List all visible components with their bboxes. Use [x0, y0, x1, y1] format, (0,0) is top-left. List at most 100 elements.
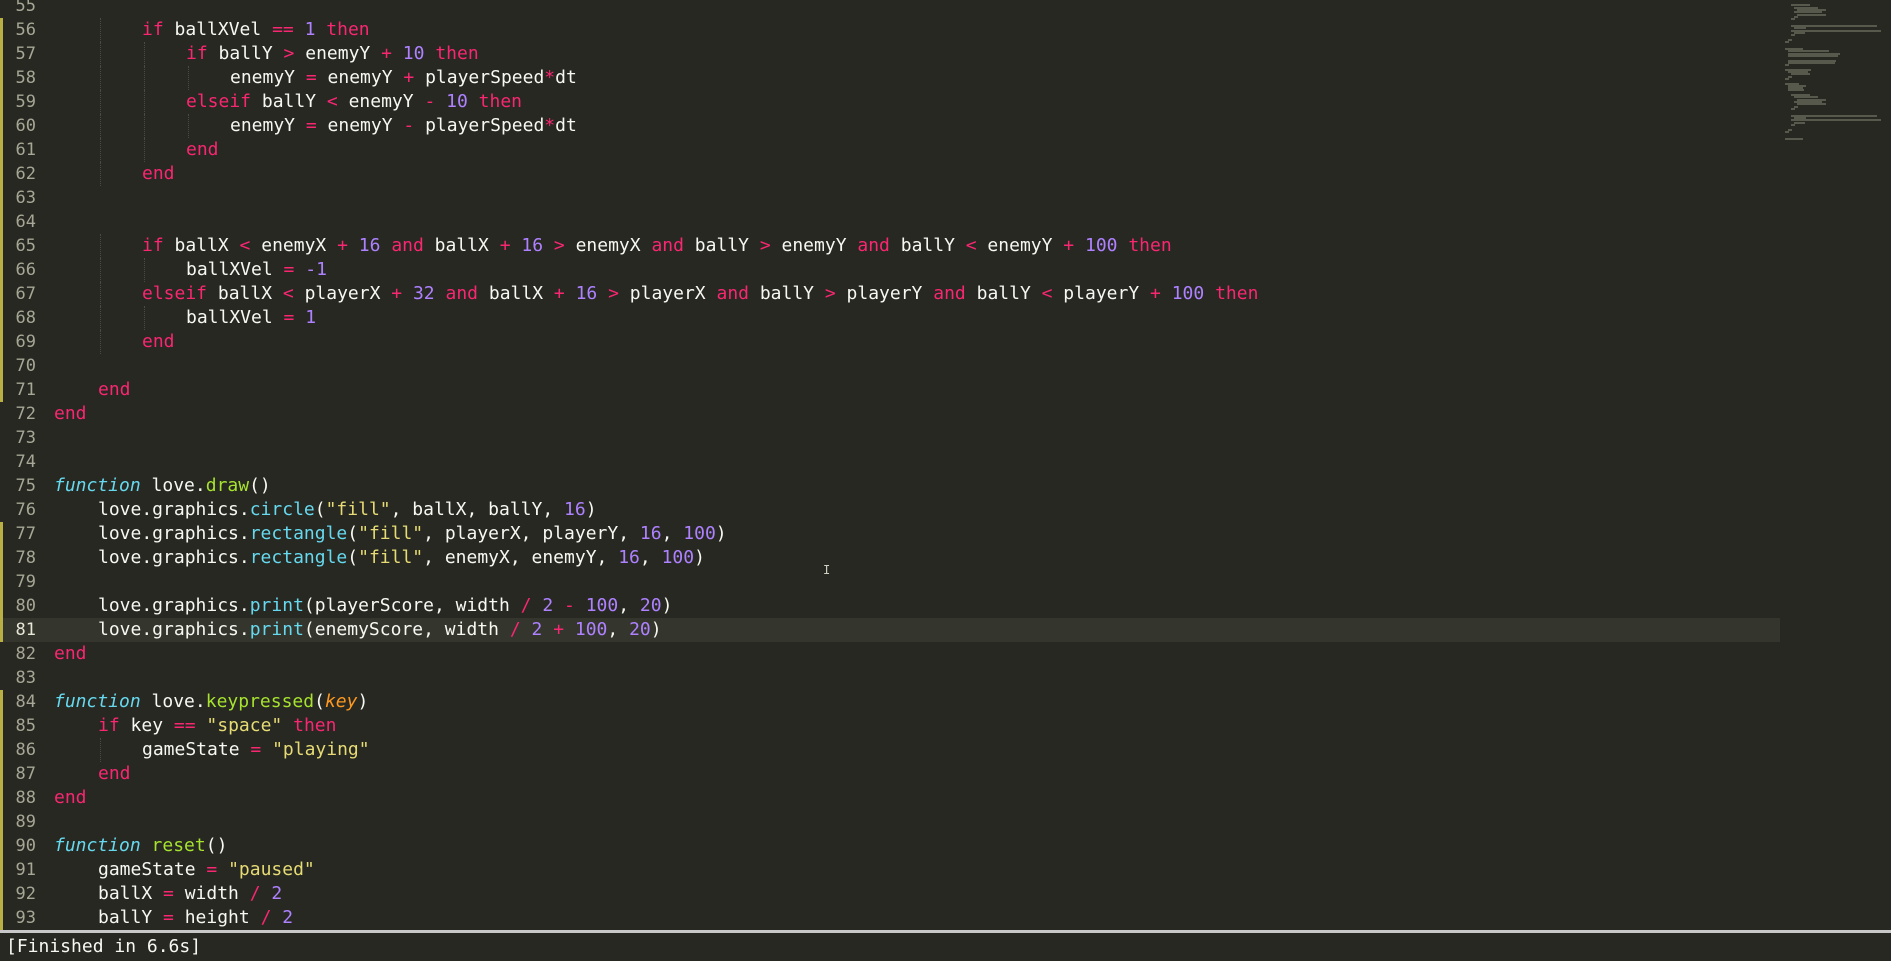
code-token: () [249, 475, 271, 496]
code-line[interactable]: 84 function love.keypressed(key) [0, 690, 1780, 714]
code-line[interactable]: 79 [0, 570, 1780, 594]
code-line[interactable]: 87 end [0, 762, 1780, 786]
code-line[interactable]: 85 if key == "space" then [0, 714, 1780, 738]
code-token: then [1215, 283, 1259, 304]
code-token: ballX [423, 235, 500, 256]
code-token: ballY [207, 43, 284, 64]
build-output-panel[interactable]: [Finished in 6.6s] [0, 933, 1891, 961]
code-token: key [324, 691, 358, 712]
code-token: end [186, 139, 219, 160]
code-token: if [142, 19, 164, 40]
code-line[interactable]: 76 love.graphics.circle("fill", ballX, ba… [0, 498, 1780, 522]
code-line[interactable]: 70 [0, 354, 1780, 378]
code-line[interactable]: 90 function reset() [0, 834, 1780, 858]
code-line[interactable]: 68 ballXVel = 1 [0, 306, 1780, 330]
code-line[interactable]: 55 [0, 0, 1780, 18]
code-line[interactable]: 88 end [0, 786, 1780, 810]
minimap-line [1791, 34, 1795, 37]
code-line[interactable]: 62 end [0, 162, 1780, 186]
code-token: enemyY [316, 67, 404, 88]
code-line[interactable]: 60 enemyY = enemyY - playerSpeed*dt [0, 114, 1780, 138]
indent-guide [100, 66, 102, 90]
code-line[interactable]: 92 ballX = width / 2 [0, 882, 1780, 906]
code-line[interactable]: 67 elseif ballX < playerX + 32 and ballX … [0, 282, 1780, 306]
code-line[interactable]: 82 end [0, 642, 1780, 666]
code-token: , [618, 595, 640, 616]
code-line[interactable]: 73 [0, 426, 1780, 450]
code-token: enemyX [564, 235, 652, 256]
code-token: < [965, 235, 977, 256]
code-line[interactable]: 81 love.graphics.print(enemyScore, width … [0, 618, 1780, 642]
code-line[interactable]: 64 [0, 210, 1780, 234]
code-token: 100 [1084, 235, 1118, 256]
code-line[interactable]: 78 love.graphics.rectangle("fill", enemyX… [0, 546, 1780, 570]
code-line[interactable]: 66 ballXVel = -1 [0, 258, 1780, 282]
code-line[interactable]: 63 [0, 186, 1780, 210]
code-line[interactable]: 65 if ballX < enemyX + 16 and ballX + 16 … [0, 234, 1780, 258]
code-token: ( [314, 499, 326, 520]
code-token: function [54, 835, 141, 856]
code-token: love. [140, 691, 206, 712]
code-line[interactable]: 80 love.graphics.print(playerScore, width… [0, 594, 1780, 618]
code-token: "fill" [358, 523, 424, 544]
code-line[interactable]: 93 ballY = height / 2 [0, 906, 1780, 930]
code-line[interactable]: 91 gameState = "paused" [0, 858, 1780, 882]
indent-guide [144, 138, 146, 162]
code-text: end [142, 162, 175, 186]
code-line[interactable]: 58 enemyY = enemyY + playerSpeed*dt [0, 66, 1780, 90]
code-token: end [98, 763, 131, 784]
line-number: 76 [15, 500, 36, 520]
code-text: ballY = height / 2 [98, 906, 293, 930]
code-line[interactable]: 56 if ballXVel == 1 then [0, 18, 1780, 42]
code-editor[interactable]: 55 56 if ballXVel == 1 then 57 if ballY > en… [0, 0, 1891, 930]
code-token: reset [151, 835, 206, 856]
minimap[interactable] [1781, 0, 1891, 930]
code-line[interactable]: 72 end [0, 402, 1780, 426]
line-number: 84 [15, 692, 36, 712]
code-token: then [293, 715, 337, 736]
code-line[interactable]: 77 love.graphics.rectangle("fill", player… [0, 522, 1780, 546]
line-number: 67 [15, 284, 36, 304]
code-token: then [435, 43, 479, 64]
code-line[interactable]: 59 elseif ballY < enemyY - 10 then [0, 90, 1780, 114]
code-token: 2 [542, 595, 554, 616]
code-token: ballY [889, 235, 966, 256]
code-token: 2 [282, 907, 294, 928]
code-token: enemyY [294, 43, 382, 64]
code-token: < [239, 235, 251, 256]
code-line[interactable]: 83 [0, 666, 1780, 690]
code-token: end [142, 163, 175, 184]
code-line[interactable]: 75 function love.draw() [0, 474, 1780, 498]
minimap-line [1794, 31, 1805, 34]
code-text: end [98, 378, 131, 402]
code-text: if ballY > enemyY + 10 then [186, 42, 479, 66]
line-number: 62 [15, 164, 36, 184]
code-line[interactable]: 71 end [0, 378, 1780, 402]
code-line[interactable]: 74 [0, 450, 1780, 474]
code-line[interactable]: 57 if ballY > enemyY + 10 then [0, 42, 1780, 66]
code-token: > [608, 283, 619, 304]
code-line[interactable]: 86 gameState = "playing" [0, 738, 1780, 762]
code-line[interactable]: 61 end [0, 138, 1780, 162]
code-line[interactable]: 89 [0, 810, 1780, 834]
code-token: rectangle [249, 547, 348, 568]
code-token: 10 [402, 43, 425, 64]
code-token: enemyY [337, 91, 425, 112]
code-token: ballX [98, 883, 164, 904]
code-token: ballXVel [163, 19, 273, 40]
code-token: love.graphics. [98, 523, 250, 544]
code-line[interactable]: 69 end [0, 330, 1780, 354]
indent-guide [100, 330, 102, 354]
line-number: 90 [15, 836, 36, 856]
minimap-line [1791, 73, 1810, 76]
line-number: 59 [15, 92, 36, 112]
indent-guide [100, 738, 102, 762]
code-text: love.graphics.circle("fill", ballX, ball… [98, 498, 597, 522]
